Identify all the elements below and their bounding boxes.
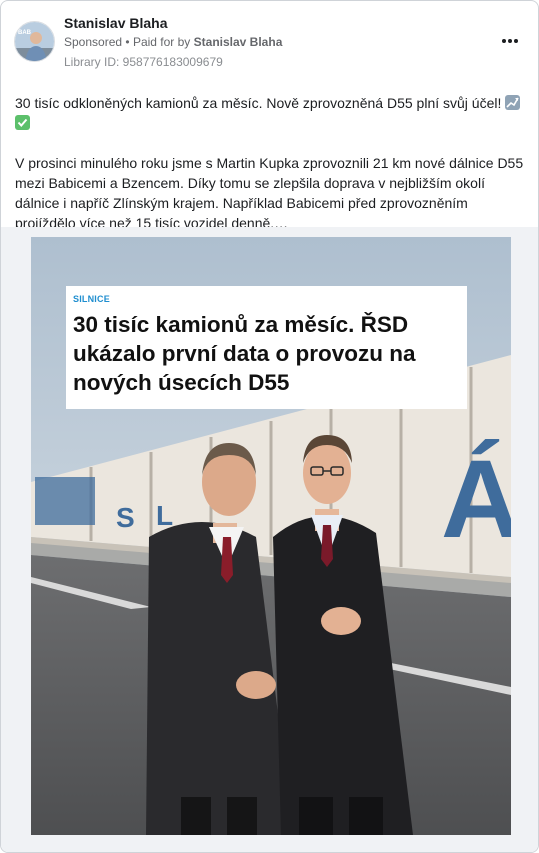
headline-title: 30 tisíc kamionů za měsíc. ŘSD ukázalo p… xyxy=(73,312,416,395)
check-mark-emoji-icon xyxy=(15,115,30,130)
author-name[interactable]: Stanislav Blaha xyxy=(64,15,168,31)
meta-dot: • xyxy=(125,35,133,49)
sponsored-meta: Sponsored • Paid for by Stanislav Blaha xyxy=(64,35,282,49)
library-id: Library ID: 958776183009679 xyxy=(64,55,223,69)
more-options-button[interactable] xyxy=(498,31,522,51)
post-paragraph-1-text: 30 tisíc odkloněných kamionů za měsíc. N… xyxy=(15,95,502,111)
ad-post-card: BAB Stanislav Blaha Sponsored • Paid for… xyxy=(0,0,539,853)
chart-up-emoji-icon xyxy=(505,95,521,110)
avatar-image: BAB xyxy=(15,22,54,61)
headline-category: SILNICE xyxy=(73,294,110,304)
post-media[interactable]: S L Á xyxy=(1,227,538,852)
author-avatar[interactable]: BAB xyxy=(14,21,55,62)
more-options-icon-dot xyxy=(508,39,512,43)
sponsored-label: Sponsored xyxy=(64,35,123,49)
post-paragraph-1: 30 tisíc odkloněných kamionů za měsíc. N… xyxy=(15,93,525,133)
svg-text:Á: Á xyxy=(441,438,511,561)
more-options-icon-dot xyxy=(514,39,519,43)
post-photo[interactable]: S L Á xyxy=(31,237,511,835)
svg-text:BAB: BAB xyxy=(18,30,32,36)
headline-card: SILNICE 30 tisíc kamionů za měsíc. ŘSD u… xyxy=(66,286,467,409)
paid-for-name[interactable]: Stanislav Blaha xyxy=(194,35,283,49)
svg-text:S: S xyxy=(116,502,135,533)
post-paragraph-2: V prosinci minulého roku jsme s Martin K… xyxy=(15,155,524,231)
paid-for-prefix: Paid for by xyxy=(132,35,191,49)
more-options-icon xyxy=(501,39,506,43)
svg-text:L: L xyxy=(156,500,173,531)
